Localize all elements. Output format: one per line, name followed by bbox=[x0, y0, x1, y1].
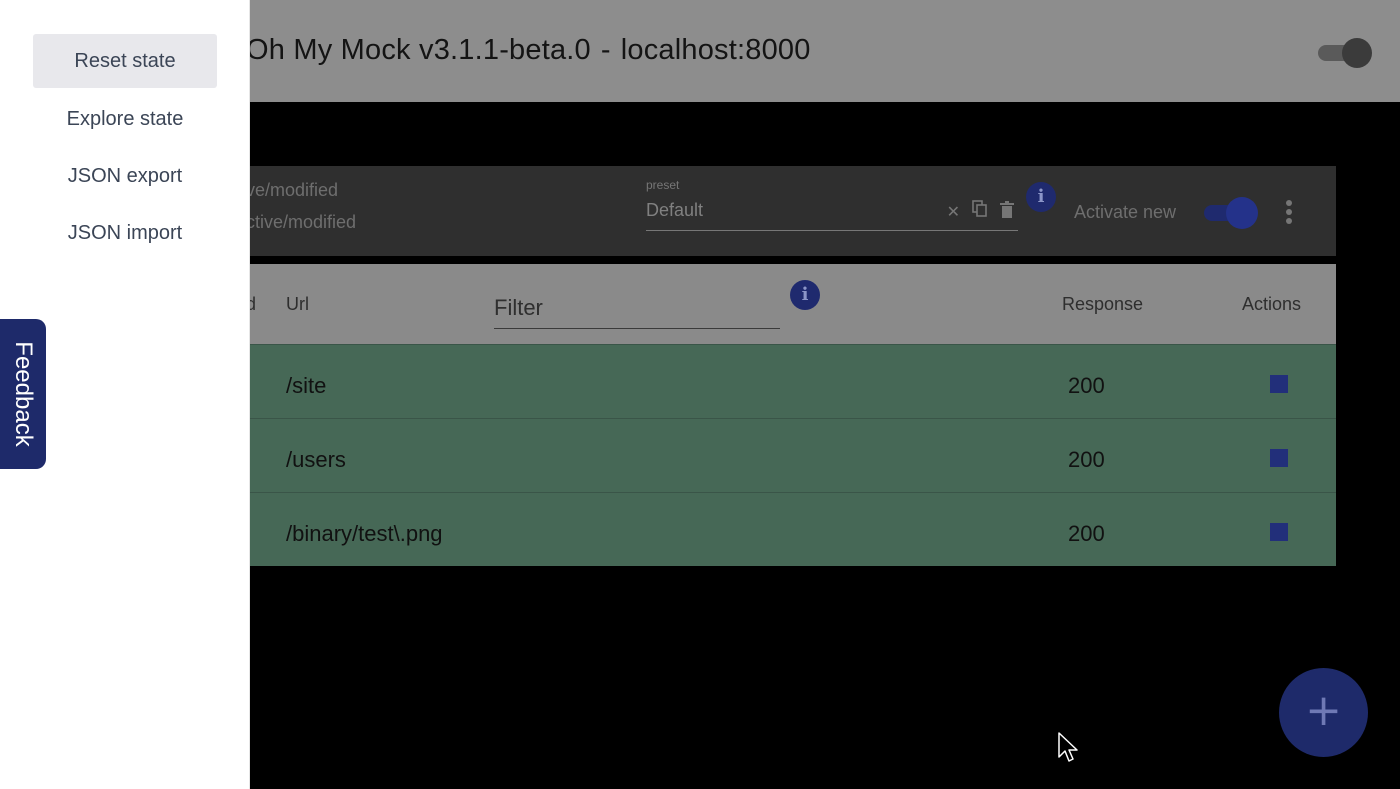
row-action-checkbox[interactable] bbox=[1270, 523, 1288, 541]
menu-item-explore-state[interactable]: Explore state bbox=[33, 92, 217, 146]
preset-field[interactable]: preset Default ✕ bbox=[646, 176, 1018, 231]
app-enable-toggle[interactable] bbox=[1316, 38, 1372, 68]
mocks-table: d Url i Response Actions /site 200 /user… bbox=[246, 264, 1336, 566]
add-mock-button[interactable]: + bbox=[1279, 668, 1368, 757]
row-action-checkbox[interactable] bbox=[1270, 449, 1288, 467]
app-title: Oh My Mock v3.1.1-beta.0- localhost:8000 bbox=[246, 34, 811, 67]
toggle-thumb bbox=[1342, 38, 1372, 68]
row-url: /users bbox=[286, 447, 346, 472]
title-separator: - bbox=[600, 34, 611, 66]
copy-icon[interactable] bbox=[972, 200, 988, 223]
filter-field[interactable] bbox=[494, 292, 780, 329]
preset-label: preset bbox=[646, 178, 680, 192]
preset-bar: ve/modified ctive/modified preset Defaul… bbox=[246, 166, 1336, 256]
filter-input[interactable] bbox=[494, 292, 780, 324]
row-url: /binary/test\.png bbox=[286, 521, 443, 546]
table-row[interactable]: /site 200 bbox=[246, 344, 1336, 418]
host-name: localhost:8000 bbox=[620, 34, 811, 66]
delete-icon[interactable] bbox=[1000, 200, 1014, 223]
preset-actions: ✕ bbox=[947, 200, 1014, 223]
header-response[interactable]: Response bbox=[1062, 294, 1143, 315]
row-action-checkbox[interactable] bbox=[1270, 375, 1288, 393]
activate-new-toggle[interactable] bbox=[1202, 196, 1262, 230]
feedback-tab[interactable]: Feedback bbox=[0, 319, 46, 469]
row-response: 200 bbox=[1068, 373, 1105, 398]
menu-item-reset-state[interactable]: Reset state bbox=[33, 34, 217, 88]
preset-info-icon[interactable]: i bbox=[1026, 182, 1056, 212]
app-name: Oh My Mock v3.1.1-beta.0 bbox=[246, 34, 591, 66]
activate-toggle-thumb bbox=[1226, 197, 1258, 229]
status-line-1: ve/modified bbox=[246, 180, 339, 200]
mouse-cursor-icon bbox=[1058, 732, 1078, 762]
table-row[interactable]: /binary/test\.png 200 bbox=[246, 492, 1336, 566]
menu-item-json-import[interactable]: JSON import bbox=[33, 206, 217, 260]
filter-info-icon[interactable]: i bbox=[790, 280, 820, 310]
status-line-2: ctive/modified bbox=[246, 212, 357, 232]
menu-item-json-export[interactable]: JSON export bbox=[33, 149, 217, 203]
table-header: d Url i Response Actions bbox=[246, 264, 1336, 344]
preset-value[interactable]: Default bbox=[646, 200, 703, 221]
header-url[interactable]: Url bbox=[286, 294, 309, 315]
table-row[interactable]: /users 200 bbox=[246, 418, 1336, 492]
row-response: 200 bbox=[1068, 447, 1105, 472]
clear-icon[interactable]: ✕ bbox=[947, 202, 960, 222]
more-vert-icon[interactable] bbox=[1284, 200, 1294, 228]
row-response: 200 bbox=[1068, 521, 1105, 546]
row-url: /site bbox=[286, 373, 327, 398]
header-actions: Actions bbox=[1242, 294, 1302, 314]
activate-new-label: Activate new bbox=[1074, 202, 1177, 222]
feedback-label: Feedback bbox=[10, 341, 37, 447]
